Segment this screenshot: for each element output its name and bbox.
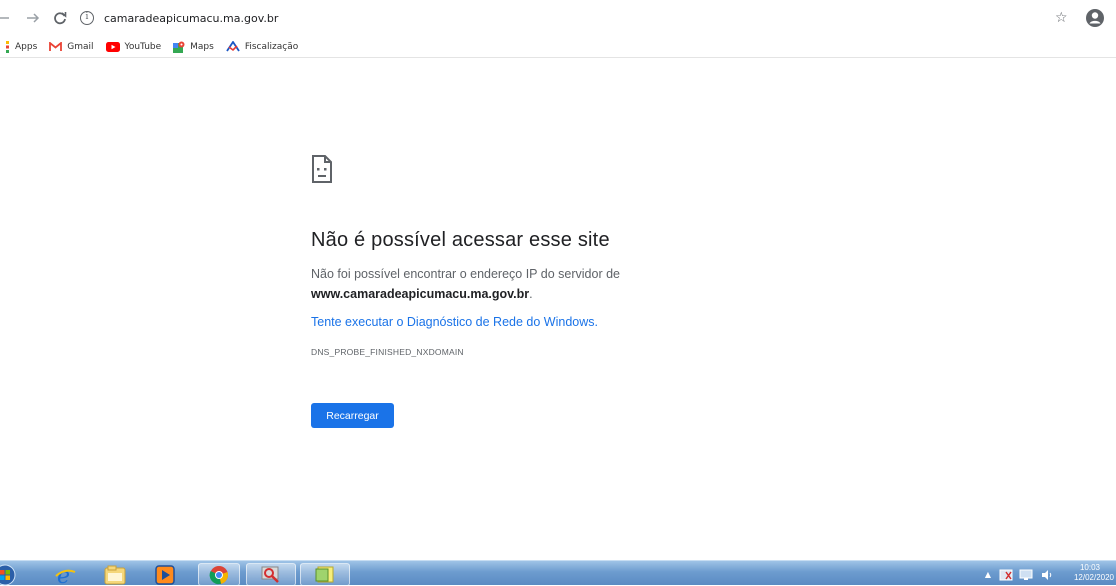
- bookmark-label: Apps: [15, 41, 38, 52]
- bookmark-label: Gmail: [67, 41, 94, 52]
- address-bar[interactable]: i camaradeapicumacu.ma.gov.br: [80, 6, 1080, 30]
- error-description: Não foi possível encontrar o endereço IP…: [311, 264, 711, 304]
- maps-icon: [173, 41, 185, 53]
- svg-text:e: e: [57, 564, 70, 586]
- forward-arrow-icon[interactable]: [24, 9, 42, 27]
- fiscalizacao-icon: [226, 41, 240, 52]
- network-diagnostics-link[interactable]: Tente executar o Diagnóstico de Rede do …: [311, 315, 598, 329]
- network-tray-icon[interactable]: [1018, 563, 1034, 586]
- bookmark-apps[interactable]: Apps: [6, 40, 38, 53]
- reload-button[interactable]: Recarregar: [311, 403, 394, 428]
- bookmark-star-icon[interactable]: ☆: [1055, 10, 1068, 26]
- error-code: DNS_PROBE_FINISHED_NXDOMAIN: [311, 347, 464, 357]
- sticky-notes-taskbar-button[interactable]: [300, 563, 350, 586]
- clock-date: 12/02/2020: [1073, 573, 1114, 582]
- bookmark-youtube[interactable]: YouTube: [105, 41, 162, 52]
- profile-avatar-icon[interactable]: [1085, 8, 1105, 28]
- bookmarks-bar: Apps Gmail YouTube Maps Fiscalização: [0, 36, 1116, 58]
- info-icon[interactable]: i: [80, 11, 94, 25]
- windows-taskbar: e ▲ 10:03 12/02/2020: [0, 560, 1116, 586]
- action-center-flag-icon[interactable]: [998, 563, 1014, 586]
- volume-tray-icon[interactable]: [1040, 563, 1054, 586]
- url-text[interactable]: camaradeapicumacu.ma.gov.br: [104, 12, 278, 25]
- network-tool-taskbar-button[interactable]: [246, 563, 296, 586]
- chrome-taskbar-button[interactable]: [198, 563, 240, 586]
- clock-time: 10:03: [1079, 563, 1101, 572]
- system-clock[interactable]: 10:03 12/02/2020: [1066, 563, 1116, 583]
- bookmark-label: Fiscalização: [244, 41, 299, 52]
- tray-expand-icon[interactable]: ▲: [982, 563, 994, 586]
- bookmark-fiscalizacao[interactable]: Fiscalização: [226, 41, 298, 52]
- media-player-icon[interactable]: [150, 563, 180, 586]
- apps-grid-icon: [6, 40, 10, 53]
- error-description-text: Não foi possível encontrar o endereço IP…: [311, 267, 620, 281]
- bookmark-gmail[interactable]: Gmail: [49, 41, 94, 52]
- internet-explorer-icon[interactable]: e: [50, 563, 80, 586]
- windows-explorer-icon[interactable]: [100, 563, 130, 586]
- youtube-icon: [105, 41, 120, 52]
- error-description-suffix: .: [529, 287, 533, 301]
- error-host: www.camaradeapicumacu.ma.gov.br: [311, 287, 530, 301]
- browser-toolbar: i camaradeapicumacu.ma.gov.br ☆: [0, 0, 1116, 36]
- sad-page-icon: [311, 154, 333, 184]
- back-arrow-icon[interactable]: [0, 9, 12, 27]
- start-button[interactable]: [0, 563, 18, 586]
- bookmark-label: Maps: [190, 41, 214, 52]
- gmail-icon: [49, 41, 63, 52]
- bookmark-label: YouTube: [124, 41, 162, 52]
- reload-icon[interactable]: [51, 9, 69, 27]
- error-title: Não é possível acessar esse site: [311, 229, 610, 251]
- bookmark-maps[interactable]: Maps: [173, 41, 214, 53]
